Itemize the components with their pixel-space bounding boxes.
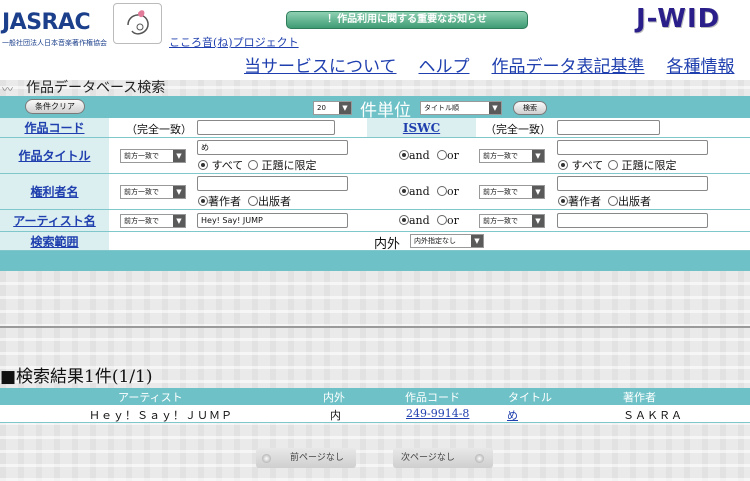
- row-scope: 内: [330, 409, 341, 422]
- page-header: 〰 作品データベース検索: [0, 77, 750, 96]
- table-row: Ｈｅｙ！Ｓａｙ！ＪＵＭＰ 内 249-9914-8 め ＳＡＫＲＡ: [0, 405, 750, 423]
- artist-label[interactable]: アーティスト名: [0, 210, 109, 231]
- results-table: アーティスト 内外 作品コード タイトル 著作者 Ｈｅｙ！Ｓａｙ！ＪＵＭＰ 内 …: [0, 388, 750, 423]
- artist-or-radio[interactable]: or: [437, 214, 459, 227]
- title-label[interactable]: 作品タイトル: [0, 138, 109, 173]
- title2-match-select[interactable]: 前方一致で ▼: [479, 149, 545, 163]
- chevron-down-icon: ▼: [532, 150, 544, 162]
- row-code-link[interactable]: 249-9914-8: [406, 407, 469, 420]
- chevron-down-icon: ▼: [471, 235, 483, 247]
- jasrac-logo[interactable]: JASRAC: [2, 10, 91, 35]
- chevron-down-icon: ▼: [532, 186, 544, 198]
- header: JASRAC 一般社団法人日本音楽著作権協会 こころ音(ね)プロジェクト ！作品…: [0, 0, 750, 80]
- important-notice-button[interactable]: ！作品利用に関する重要なお知らせ: [286, 11, 528, 29]
- chevron-down-icon: ▼: [173, 186, 185, 198]
- title2-input[interactable]: [557, 140, 708, 155]
- artist-match-select[interactable]: 前方一致で ▼: [120, 214, 186, 228]
- chevron-down-icon: ▼: [339, 102, 351, 114]
- rights2-author-radio[interactable]: 著作者: [558, 193, 601, 209]
- top-navigation: 当サービスについて ヘルプ 作品データ表記基準 各種情報: [244, 52, 735, 77]
- rights2-publisher-radio[interactable]: 出版者: [608, 193, 651, 209]
- scope-select[interactable]: 内外指定なし ▼: [410, 234, 484, 248]
- next-page-button[interactable]: 次ページなし: [393, 448, 493, 468]
- results-title: ■検索結果1件(1/1): [0, 367, 153, 387]
- col-scope: 内外: [323, 391, 345, 404]
- scope-text: 内外: [374, 237, 401, 252]
- rights-publisher-radio[interactable]: 出版者: [248, 193, 291, 209]
- chevron-down-icon: ▼: [489, 102, 501, 114]
- col-artist: アーティスト: [118, 391, 183, 404]
- nav-notation-standard[interactable]: 作品データ表記基準: [492, 52, 645, 77]
- nav-info[interactable]: 各種情報: [667, 52, 735, 77]
- per-page-select[interactable]: 20 ▼: [313, 101, 352, 115]
- chevron-down-icon: ▼: [173, 215, 185, 227]
- rights-row: 権利者名 前方一致で ▼ 著作者 出版者 and or 前方一致で ▼ 著作者 出版…: [0, 174, 750, 210]
- row-author: ＳＡＫＲＡ: [623, 409, 683, 422]
- nav-help[interactable]: ヘルプ: [419, 52, 470, 77]
- sort-order-select[interactable]: タイトル順 ▼: [420, 101, 502, 115]
- code-row: 作品コード （完全一致） ISWC （完全一致）: [0, 118, 750, 138]
- rights2-match-select[interactable]: 前方一致で ▼: [479, 185, 545, 199]
- rights-author-radio[interactable]: 著作者: [198, 193, 241, 209]
- nav-about[interactable]: 当サービスについて: [244, 52, 397, 77]
- rights2-input[interactable]: [557, 176, 708, 191]
- left-circle-icon: [262, 454, 271, 463]
- rights-input[interactable]: [197, 176, 348, 191]
- artist2-match-select[interactable]: 前方一致で ▼: [479, 214, 545, 228]
- chevron-down-icon: ▼: [173, 150, 185, 162]
- kokoro-project-logo[interactable]: [113, 3, 162, 44]
- page-title: 作品データベース検索: [26, 80, 166, 96]
- row-title-link[interactable]: め: [507, 407, 518, 423]
- chevron-down-icon: ▼: [532, 215, 544, 227]
- kokoro-project-link[interactable]: こころ音(ね)プロジェクト: [169, 34, 299, 50]
- artist-input[interactable]: Hey! Say! JUMP: [197, 213, 348, 228]
- title-all-radio[interactable]: すべて: [198, 157, 243, 173]
- col-author: 著作者: [623, 391, 656, 404]
- results-header: アーティスト 内外 作品コード タイトル 著作者: [0, 388, 750, 405]
- leaf-icon: 〰: [2, 83, 13, 96]
- clear-conditions-button[interactable]: 条件クリア: [25, 99, 85, 114]
- artist2-input[interactable]: [557, 213, 708, 228]
- rights-match-select[interactable]: 前方一致で ▼: [120, 185, 186, 199]
- title-row: 作品タイトル 前方一致で ▼ め すべて 正題に限定 and or 前方一致で ▼ …: [0, 138, 750, 174]
- prev-page-button[interactable]: 前ページなし: [256, 448, 356, 468]
- code-label[interactable]: 作品コード: [0, 118, 109, 137]
- title-main-radio[interactable]: 正題に限定: [248, 157, 317, 173]
- scope-label[interactable]: 検索範囲: [0, 232, 109, 250]
- code-hint: （完全一致）: [126, 123, 192, 136]
- search-toolbar: 条件クリア 20 ▼ 件単位 タイトル順 ▼ 検索: [0, 96, 750, 121]
- jwid-logo: J-WID: [636, 4, 721, 34]
- title2-all-radio[interactable]: すべて: [558, 157, 603, 173]
- title2-main-radio[interactable]: 正題に限定: [608, 157, 677, 173]
- artist-and-radio[interactable]: and: [399, 214, 430, 227]
- iswc-input[interactable]: [557, 120, 660, 135]
- title-input[interactable]: め: [197, 140, 348, 155]
- title-and-radio[interactable]: and: [399, 149, 430, 162]
- title-or-radio[interactable]: or: [437, 149, 459, 162]
- divider: [0, 326, 750, 328]
- row-artist: Ｈｅｙ！Ｓａｙ！ＪＵＭＰ: [89, 409, 233, 422]
- code-input[interactable]: [197, 120, 335, 135]
- search-footer-bar: [0, 251, 750, 271]
- iswc-label[interactable]: ISWC: [367, 118, 476, 137]
- col-title: タイトル: [508, 391, 552, 404]
- rights-label[interactable]: 権利者名: [0, 174, 109, 209]
- jasrac-subtitle: 一般社団法人日本音楽著作権協会: [2, 39, 107, 47]
- search-form: 条件クリア 20 ▼ 件単位 タイトル順 ▼ 検索 作品コード （完全一致） ISW…: [0, 96, 750, 271]
- kokoro-icon: [127, 10, 149, 35]
- scope-row: 検索範囲 内外 内外指定なし ▼: [0, 232, 750, 252]
- title-match-select[interactable]: 前方一致で ▼: [120, 149, 186, 163]
- rights-or-radio[interactable]: or: [437, 185, 459, 198]
- search-button[interactable]: 検索: [513, 101, 547, 115]
- iswc-hint: （完全一致）: [485, 123, 551, 136]
- rights-and-radio[interactable]: and: [399, 185, 430, 198]
- artist-row: アーティスト名 前方一致で ▼ Hey! Say! JUMP and or 前方一…: [0, 210, 750, 232]
- col-code: 作品コード: [405, 391, 460, 404]
- right-circle-icon: [475, 454, 484, 463]
